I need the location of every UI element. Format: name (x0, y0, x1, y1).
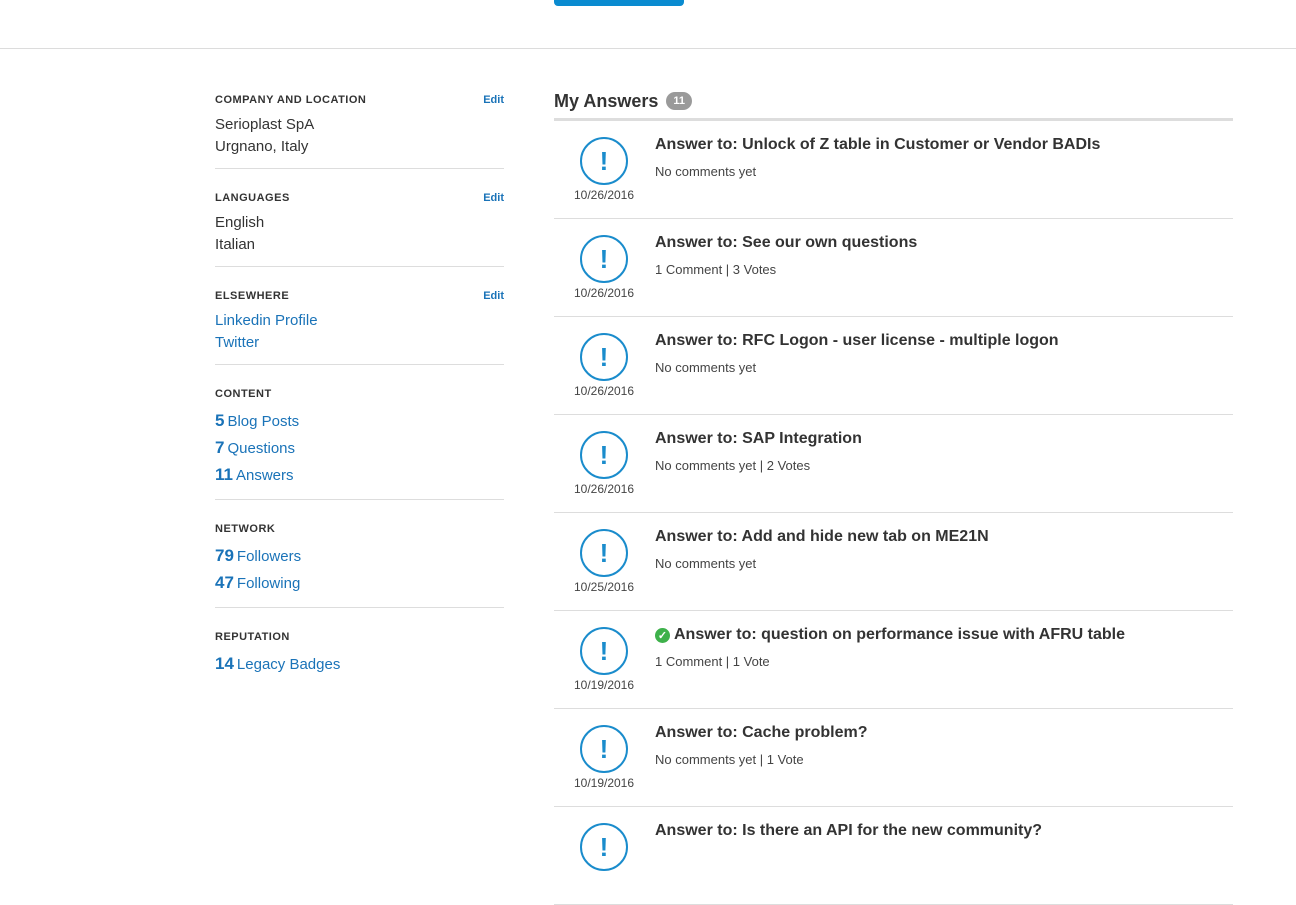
exclamation-icon: ! (580, 137, 628, 185)
followers-link[interactable]: 79 Followers (215, 543, 504, 570)
elsewhere-edit-link[interactable]: Edit (483, 290, 504, 302)
exclamation-icon: ! (580, 725, 628, 773)
network-section: NETWORK 79 Followers 47 Following (215, 521, 504, 608)
answer-meta: No comments yet (655, 164, 757, 179)
answer-title-link[interactable]: Answer to: Add and hide new tab on ME21N (655, 528, 989, 546)
answer-meta: No comments yet (655, 556, 757, 571)
answer-meta: No comments yet | 1 Vote (655, 752, 804, 767)
answer-date: 10/19/2016 (573, 678, 635, 692)
exclamation-icon: ! (580, 529, 628, 577)
answers-title: My Answers (554, 90, 659, 111)
answer-title-text: Answer to: Is there an API for the new c… (655, 822, 1043, 839)
list-item: ! 10/26/2016 Answer to: SAP Integration No … (554, 415, 1233, 513)
list-item: ! 10/19/2016 Answer to: Cache problem? No c… (554, 709, 1233, 807)
answer-title-text: Answer to: Cache problem? (655, 724, 868, 741)
language-item: Italian (215, 236, 256, 253)
stat-label: Blog Posts (227, 413, 300, 430)
linkedin-profile-link[interactable]: Linkedin Profile (215, 310, 504, 332)
answer-date: 10/26/2016 (573, 188, 635, 202)
company-section: COMPANY AND LOCATION Edit Serioplast SpA… (215, 92, 504, 169)
list-item: ! 10/26/2016 Answer to: RFC Logon - user l… (554, 317, 1233, 415)
list-item: ! Answer to: Is there an API for the new … (554, 807, 1233, 905)
stat-count: 5 (215, 411, 225, 430)
elsewhere-section: ELSEWHERE Edit Linkedin Profile Twitter (215, 288, 504, 365)
language-item: English (215, 214, 265, 231)
company-name: Serioplast SpA (215, 116, 315, 133)
answer-title-text: Answer to: Unlock of Z table in Customer… (655, 136, 1101, 153)
elsewhere-section-title: ELSEWHERE (215, 290, 290, 302)
answer-list: ! 10/26/2016 Answer to: Unlock of Z table … (554, 121, 1233, 905)
answer-title-text: Answer to: SAP Integration (655, 430, 862, 447)
answer-meta: No comments yet | 2 Votes (655, 458, 811, 473)
reputation-section: REPUTATION 14 Legacy Badges (215, 629, 504, 688)
stat-count: 11 (215, 465, 233, 484)
header-divider (0, 48, 1296, 49)
stat-label: Legacy Badges (236, 656, 341, 673)
blog-posts-link[interactable]: 5 Blog Posts (215, 408, 504, 435)
list-item: ! 10/19/2016 ✓ Answer to: question on perfo… (554, 611, 1233, 709)
following-link[interactable]: 47 Following (215, 570, 504, 597)
stat-count: 47 (215, 573, 234, 592)
languages-edit-link[interactable]: Edit (483, 192, 504, 204)
stat-count: 79 (215, 546, 234, 565)
answer-date: 10/26/2016 (573, 482, 635, 496)
answer-date: 10/26/2016 (573, 384, 635, 398)
profile-sidebar: COMPANY AND LOCATION Edit Serioplast SpA… (215, 92, 504, 709)
stat-label: Questions (227, 440, 296, 457)
exclamation-icon: ! (580, 627, 628, 675)
content-section: CONTENT 5 Blog Posts 7 Questions 11 Answers (215, 386, 504, 500)
answer-date: 10/25/2016 (573, 580, 635, 594)
list-item: ! 10/26/2016 Answer to: Unlock of Z table … (554, 121, 1233, 219)
accepted-check-icon: ✓ (655, 627, 670, 643)
answer-title-link[interactable]: ✓ Answer to: question on performance issu… (655, 626, 1125, 644)
reputation-section-title: REPUTATION (215, 631, 290, 643)
network-section-title: NETWORK (215, 523, 276, 535)
answer-title-link[interactable]: Answer to: SAP Integration (655, 430, 862, 448)
answers-header: My Answers 11 (554, 86, 1233, 121)
answer-title-link[interactable]: Answer to: RFC Logon - user license - mu… (655, 332, 1059, 350)
answer-title-link[interactable]: Answer to: Unlock of Z table in Customer… (655, 136, 1100, 154)
stat-label: Followers (236, 548, 302, 565)
legacy-badges-link[interactable]: 14 Legacy Badges (215, 651, 504, 678)
answer-meta: 1 Comment | 1 Vote (655, 654, 770, 669)
company-edit-link[interactable]: Edit (483, 94, 504, 106)
stat-label: Following (236, 575, 301, 592)
company-section-title: COMPANY AND LOCATION (215, 94, 367, 106)
languages-section: LANGUAGES Edit English Italian (215, 190, 504, 267)
answers-panel: My Answers 11 ! 10/26/2016 Answer to: Unlo… (554, 86, 1233, 905)
answers-link[interactable]: 11 Answers (215, 462, 504, 489)
answer-title-text: Answer to: Add and hide new tab on ME21N (655, 528, 989, 545)
top-action-button[interactable] (554, 0, 684, 6)
content-section-title: CONTENT (215, 388, 272, 400)
answer-title-link[interactable]: Answer to: Cache problem? (655, 724, 867, 742)
exclamation-icon: ! (580, 823, 628, 871)
twitter-link[interactable]: Twitter (215, 332, 504, 354)
answer-date: 10/19/2016 (573, 776, 635, 790)
stat-count: 7 (215, 438, 225, 457)
list-item: ! 10/26/2016 Answer to: See our own questi… (554, 219, 1233, 317)
exclamation-icon: ! (580, 431, 628, 479)
list-item: ! 10/25/2016 Answer to: Add and hide new t… (554, 513, 1233, 611)
answer-meta: No comments yet (655, 360, 757, 375)
answer-title-link[interactable]: Answer to: See our own questions (655, 234, 917, 252)
answer-date: 10/26/2016 (573, 286, 635, 300)
languages-section-title: LANGUAGES (215, 192, 290, 204)
stat-count: 14 (215, 654, 234, 673)
answers-count-badge: 11 (666, 92, 693, 110)
questions-link[interactable]: 7 Questions (215, 435, 504, 462)
exclamation-icon: ! (580, 235, 628, 283)
company-location: Urgnano, Italy (215, 138, 309, 155)
exclamation-icon: ! (580, 333, 628, 381)
answer-meta: 1 Comment | 3 Votes (655, 262, 777, 277)
answer-title-text: Answer to: question on performance issue… (674, 626, 1126, 643)
stat-label: Answers (235, 467, 294, 484)
answer-title-text: Answer to: See our own questions (655, 234, 918, 251)
answer-title-link[interactable]: Answer to: Is there an API for the new c… (655, 822, 1042, 840)
answer-title-text: Answer to: RFC Logon - user license - mu… (655, 332, 1059, 349)
